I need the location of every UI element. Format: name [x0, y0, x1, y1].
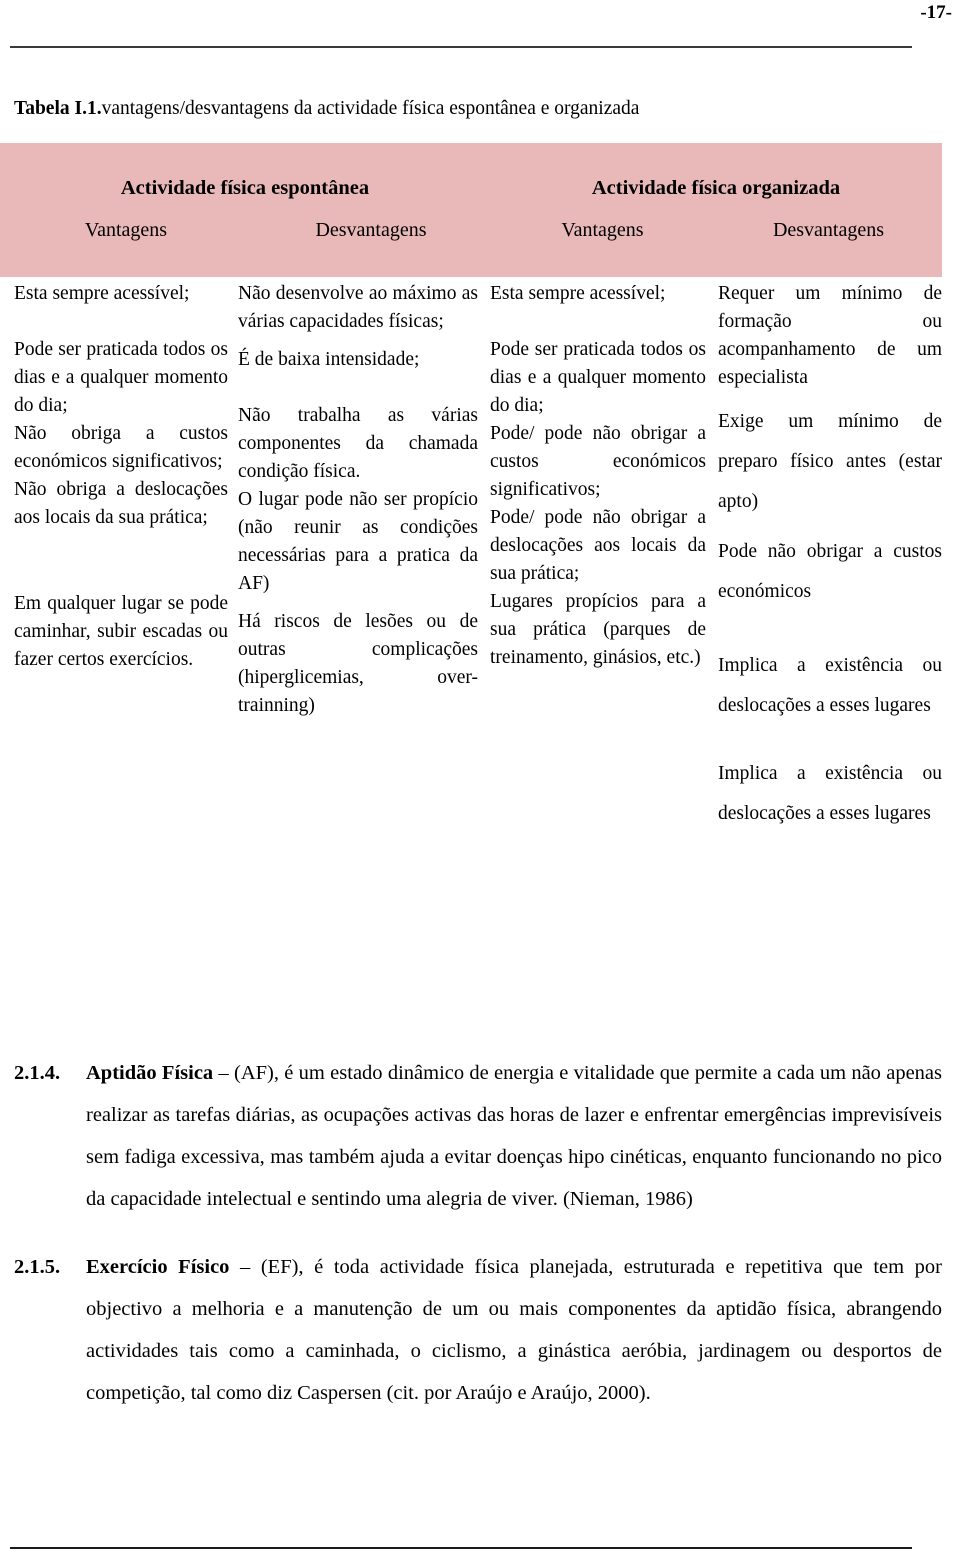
- table-cell: Lugares propícios para a sua prática (pa…: [490, 591, 706, 668]
- table-group-header-row: Actividade física espontânea Actividade …: [0, 157, 942, 219]
- table-column-espontanea-desvantagens: Não desenvolve ao máximo as várias capac…: [238, 280, 490, 834]
- section-number: 2.1.5.: [14, 1256, 61, 1278]
- table-cell: Implica a existência ou deslocações a es…: [718, 655, 942, 716]
- footer-rule: [10, 1547, 912, 1549]
- table-cell: Implica a existência ou deslocações a es…: [718, 763, 942, 824]
- table-caption: Tabela I.1.vantagens/desvantagens da act…: [14, 96, 639, 122]
- table-cell: Requer um mínimo de formação ou acompanh…: [718, 283, 942, 388]
- section-title: Aptidão Física: [86, 1062, 214, 1084]
- table-cell: Não desenvolve ao máximo as várias capac…: [238, 283, 478, 332]
- column-header-espontanea-desvantagens: Desvantagens: [315, 219, 427, 241]
- document-page: -17- Tabela I.1.vantagens/desvantagens d…: [0, 0, 960, 1561]
- section-text: – (AF), é um estado dinâmico de energia …: [86, 1062, 942, 1210]
- body-sections: 2.1.4. Aptidão Física – (AF), é um estad…: [0, 1052, 960, 1440]
- section-title: Exercício Físico: [86, 1256, 230, 1278]
- table-caption-text: vantagens/desvantagens da actividade fís…: [101, 98, 640, 119]
- group-header-espontanea: Actividade física espontânea: [120, 176, 370, 199]
- table-cell: Esta sempre acessível;: [490, 283, 666, 304]
- table-cell: Pode não obrigar a custos económicos: [718, 541, 942, 602]
- table-column-organizada-desvantagens: Requer um mínimo de formação ou acompanh…: [718, 280, 950, 834]
- table-column-espontanea-vantagens: Esta sempre acessível; Pode ser praticad…: [0, 280, 238, 834]
- table-cell: Não trabalha as várias componentes da ch…: [238, 405, 478, 482]
- table-cell: É de baixa intensidade;: [238, 349, 420, 370]
- table-cell: Há riscos de lesões ou de outras complic…: [238, 611, 478, 716]
- table-cell: Esta sempre acessível;: [14, 283, 190, 304]
- table-cell: Pode/ pode não obrigar a deslocações aos…: [490, 507, 706, 584]
- table-body: Esta sempre acessível; Pode ser praticad…: [0, 277, 960, 834]
- comparison-table: Actividade física espontânea Actividade …: [0, 143, 942, 834]
- table-column-organizada-vantagens: Esta sempre acessível; Pode ser praticad…: [490, 280, 718, 834]
- table-cell: Pode ser praticada todos os dias e a qua…: [14, 339, 228, 416]
- column-header-organizada-desvantagens: Desvantagens: [772, 219, 885, 241]
- page-number: -17-: [920, 2, 952, 23]
- column-header-organizada-vantagens: Vantagens: [561, 219, 644, 241]
- section-paragraph: Exercício Físico – (EF), é toda activida…: [86, 1246, 942, 1414]
- table-cell: O lugar pode não ser propício (não reuni…: [238, 489, 478, 594]
- table-cell: Exige um mínimo de preparo físico antes …: [718, 411, 942, 512]
- column-header-espontanea-vantagens: Vantagens: [84, 219, 168, 241]
- section-2-1-4: 2.1.4. Aptidão Física – (AF), é um estad…: [0, 1052, 960, 1220]
- table-cell: Pode ser praticada todos os dias e a qua…: [490, 339, 706, 416]
- table-caption-label: Tabela I.1.: [14, 98, 102, 119]
- section-number: 2.1.4.: [14, 1062, 61, 1084]
- section-paragraph: Aptidão Física – (AF), é um estado dinâm…: [86, 1052, 942, 1220]
- table-cell: Não obriga a custos económicos significa…: [14, 423, 228, 472]
- table-column-header-row: Vantagens Desvantagens Vantagens Desvant…: [0, 219, 942, 271]
- table-cell: Pode/ pode não obrigar a custos económic…: [490, 423, 706, 500]
- section-2-1-5: 2.1.5. Exercício Físico – (EF), é toda a…: [0, 1246, 960, 1414]
- table-header: Actividade física espontânea Actividade …: [0, 143, 942, 277]
- table-cell: Não obriga a deslocações aos locais da s…: [14, 479, 228, 528]
- table-cell: Em qualquer lugar se pode caminhar, subi…: [14, 593, 228, 670]
- group-header-organizada: Actividade física organizada: [591, 176, 841, 199]
- header-rule: [10, 46, 912, 48]
- section-text: – (EF), é toda actividade física planeja…: [86, 1256, 942, 1404]
